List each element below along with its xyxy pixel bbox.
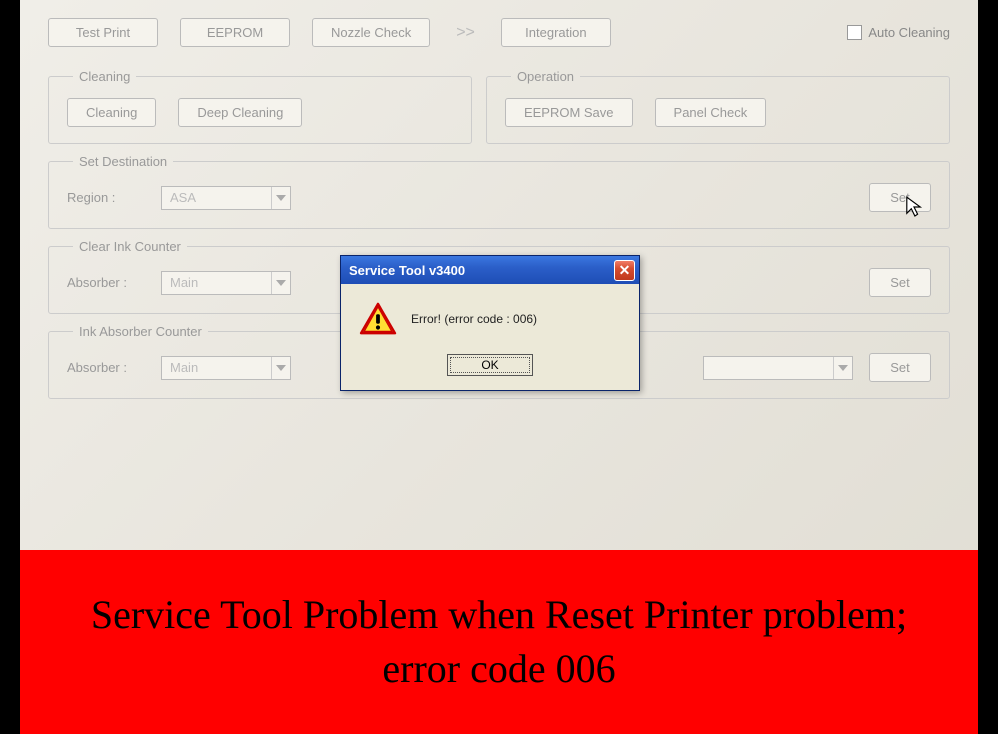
operation-legend: Operation xyxy=(511,69,580,84)
set-destination-legend: Set Destination xyxy=(73,154,173,169)
clear-ink-set-button[interactable]: Set xyxy=(869,268,931,297)
dialog-title: Service Tool v3400 xyxy=(349,263,614,278)
chevron-right-icon: >> xyxy=(452,24,479,42)
region-value: ASA xyxy=(170,190,196,205)
absorber-value-2: Main xyxy=(170,360,198,375)
panel-check-button[interactable]: Panel Check xyxy=(655,98,767,127)
region-label: Region : xyxy=(67,190,145,205)
dialog-body: Error! (error code : 006) OK xyxy=(341,284,639,390)
close-icon: ✕ xyxy=(619,263,631,277)
ok-button[interactable]: OK xyxy=(447,354,533,376)
dialog-titlebar[interactable]: Service Tool v3400 ✕ xyxy=(341,256,639,284)
eeprom-button[interactable]: EEPROM xyxy=(180,18,290,47)
warning-icon xyxy=(359,302,397,336)
auto-cleaning-label: Auto Cleaning xyxy=(868,25,950,40)
set-destination-group: Set Destination Region : ASA Set xyxy=(48,154,950,229)
set-destination-button[interactable]: Set xyxy=(869,183,931,212)
caption-text: Service Tool Problem when Reset Printer … xyxy=(50,588,948,696)
nozzle-check-button[interactable]: Nozzle Check xyxy=(312,18,430,47)
eeprom-save-button[interactable]: EEPROM Save xyxy=(505,98,633,127)
region-combobox[interactable]: ASA xyxy=(161,186,291,210)
chevron-down-icon xyxy=(271,357,286,379)
blank-combobox[interactable] xyxy=(703,356,853,380)
ink-absorber-legend: Ink Absorber Counter xyxy=(73,324,208,339)
chevron-down-icon xyxy=(271,272,286,294)
error-dialog: Service Tool v3400 ✕ Error! (error code … xyxy=(340,255,640,391)
auto-cleaning-checkbox[interactable]: Auto Cleaning xyxy=(847,25,950,40)
absorber-label-2: Absorber : xyxy=(67,360,145,375)
chevron-down-icon xyxy=(271,187,286,209)
integration-button[interactable]: Integration xyxy=(501,18,611,47)
top-toolbar: Test Print EEPROM Nozzle Check >> Integr… xyxy=(48,18,950,47)
deep-cleaning-button[interactable]: Deep Cleaning xyxy=(178,98,302,127)
absorber-combobox-2[interactable]: Main xyxy=(161,356,291,380)
close-button[interactable]: ✕ xyxy=(614,260,635,281)
cleaning-operation-row: Cleaning Cleaning Deep Cleaning Operatio… xyxy=(48,69,950,144)
cleaning-legend: Cleaning xyxy=(73,69,136,84)
absorber-label: Absorber : xyxy=(67,275,145,290)
clear-ink-legend: Clear Ink Counter xyxy=(73,239,187,254)
cleaning-group: Cleaning Cleaning Deep Cleaning xyxy=(48,69,472,144)
checkbox-icon xyxy=(847,25,862,40)
absorber-value: Main xyxy=(170,275,198,290)
caption-banner: Service Tool Problem when Reset Printer … xyxy=(20,550,978,734)
ink-absorber-set-button[interactable]: Set xyxy=(869,353,931,382)
absorber-combobox[interactable]: Main xyxy=(161,271,291,295)
test-print-button[interactable]: Test Print xyxy=(48,18,158,47)
cleaning-button[interactable]: Cleaning xyxy=(67,98,156,127)
dialog-message: Error! (error code : 006) xyxy=(411,312,537,326)
operation-group: Operation EEPROM Save Panel Check xyxy=(486,69,950,144)
chevron-down-icon xyxy=(833,357,848,379)
